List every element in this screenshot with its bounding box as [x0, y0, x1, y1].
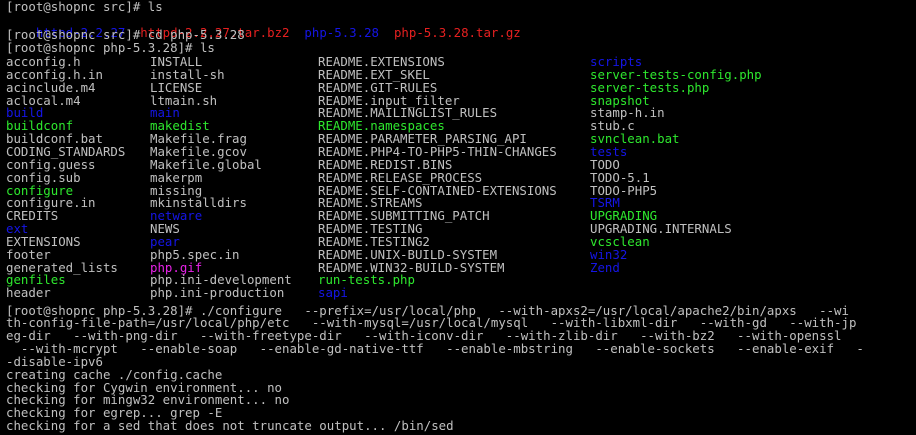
dir-entry: sapi	[318, 285, 348, 301]
file-entry: php.ini-production	[150, 285, 285, 301]
terminal-window[interactable]: [root@shopnc src]# ls httpd-2.2.27 httpd…	[0, 0, 916, 435]
prompt-line-ls: [root@shopnc src]# ls	[6, 0, 163, 14]
output-line: checking for a sed that does not truncat…	[6, 418, 454, 434]
file-entry: header	[6, 285, 51, 301]
output-line: --with-mcrypt --enable-soap --enable-gd-…	[6, 341, 864, 357]
prompt-line-ls-php: [root@shopnc php-5.3.28]# ls	[6, 40, 215, 55]
dir-entry: php-5.3.28	[304, 24, 380, 40]
archive-entry: php-5.3.28.tar.gz	[393, 24, 521, 40]
dir-entry: Zend	[590, 259, 620, 275]
